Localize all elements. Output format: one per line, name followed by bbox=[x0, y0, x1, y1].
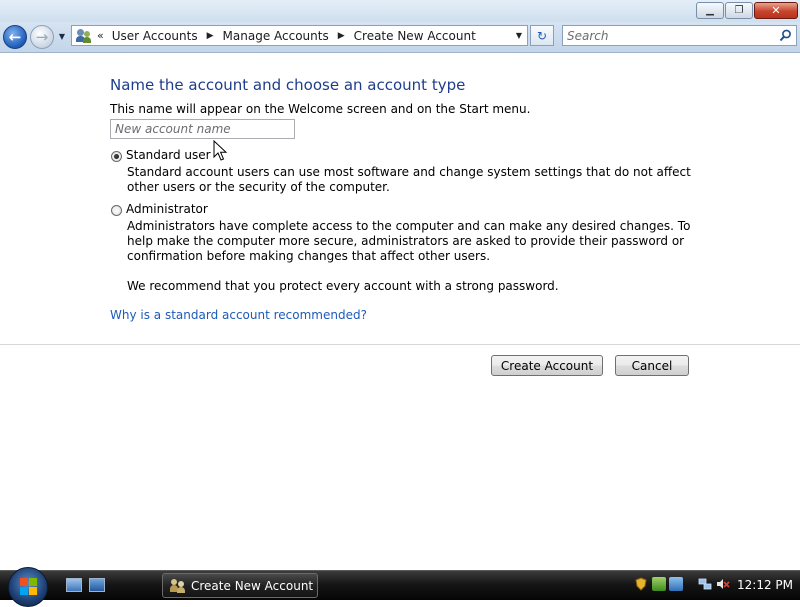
administrator-description: Administrators have complete access to t… bbox=[127, 219, 691, 263]
recent-pages-button[interactable]: ▼ bbox=[56, 28, 68, 44]
password-recommendation: We recommend that you protect every acco… bbox=[127, 279, 559, 293]
taskbar-item-create-new-account[interactable]: Create New Account bbox=[162, 573, 318, 598]
start-button[interactable] bbox=[8, 567, 48, 607]
breadcrumb-manage-accounts[interactable]: Manage Accounts bbox=[223, 29, 329, 43]
divider bbox=[0, 344, 800, 345]
standard-user-description: Standard account users can use most soft… bbox=[127, 165, 691, 194]
back-button[interactable]: ← bbox=[3, 25, 27, 49]
volume-muted-icon[interactable] bbox=[716, 577, 730, 591]
administrator-radio[interactable] bbox=[111, 205, 122, 216]
security-shield-icon[interactable] bbox=[634, 577, 648, 591]
standard-user-radio[interactable] bbox=[111, 151, 122, 162]
cancel-button[interactable]: Cancel bbox=[615, 355, 689, 376]
name-instructions: This name will appear on the Welcome scr… bbox=[110, 102, 531, 116]
search-box[interactable] bbox=[562, 25, 797, 46]
address-bar[interactable]: « User Accounts ▶ Manage Accounts ▶ Crea… bbox=[71, 25, 528, 46]
address-dropdown-icon[interactable]: ▼ bbox=[511, 26, 527, 45]
windows-logo-icon bbox=[20, 578, 38, 596]
minimize-button[interactable]: ▁ bbox=[696, 2, 724, 19]
navigation-bar: ← → ▼ « User Accounts ▶ Manage Accounts … bbox=[0, 22, 800, 53]
window-controls: ▁ ❐ ✕ bbox=[696, 2, 798, 19]
mouse-cursor-icon bbox=[213, 140, 228, 161]
taskbar: Create New Account 12:12 PM bbox=[0, 567, 800, 607]
system-clock[interactable]: 12:12 PM bbox=[737, 578, 793, 592]
taskbar-item-label: Create New Account bbox=[191, 578, 314, 593]
create-account-button[interactable]: Create Account bbox=[491, 355, 603, 376]
account-name-input[interactable] bbox=[110, 119, 295, 139]
search-icon[interactable] bbox=[779, 29, 792, 42]
breadcrumb-create-new-account[interactable]: Create New Account bbox=[354, 29, 476, 43]
page-title: Name the account and choose an account t… bbox=[110, 76, 466, 94]
close-button[interactable]: ✕ bbox=[754, 2, 798, 19]
refresh-button[interactable]: ↻ bbox=[530, 25, 554, 46]
maximize-button[interactable]: ❐ bbox=[725, 2, 753, 19]
standard-account-help-link[interactable]: Why is a standard account recommended? bbox=[110, 308, 367, 322]
title-bar: ▁ ❐ ✕ bbox=[0, 0, 800, 22]
standard-user-label[interactable]: Standard user bbox=[126, 148, 211, 162]
switch-windows-icon[interactable] bbox=[89, 578, 105, 592]
user-accounts-icon bbox=[76, 28, 92, 43]
breadcrumb-separator-icon[interactable]: ▶ bbox=[207, 31, 214, 41]
forward-button[interactable]: → bbox=[30, 25, 54, 49]
breadcrumb-separator-icon[interactable]: ▶ bbox=[338, 31, 345, 41]
user-accounts-icon bbox=[170, 578, 186, 593]
search-input[interactable] bbox=[563, 27, 774, 44]
administrator-label[interactable]: Administrator bbox=[126, 202, 208, 216]
breadcrumb-overflow-icon[interactable]: « bbox=[97, 29, 104, 42]
show-desktop-icon[interactable] bbox=[66, 578, 82, 592]
breadcrumb-user-accounts[interactable]: User Accounts bbox=[112, 29, 198, 43]
network-icon[interactable] bbox=[698, 577, 712, 591]
windows-update-icon[interactable] bbox=[652, 577, 666, 591]
sidebar-icon[interactable] bbox=[669, 577, 683, 591]
